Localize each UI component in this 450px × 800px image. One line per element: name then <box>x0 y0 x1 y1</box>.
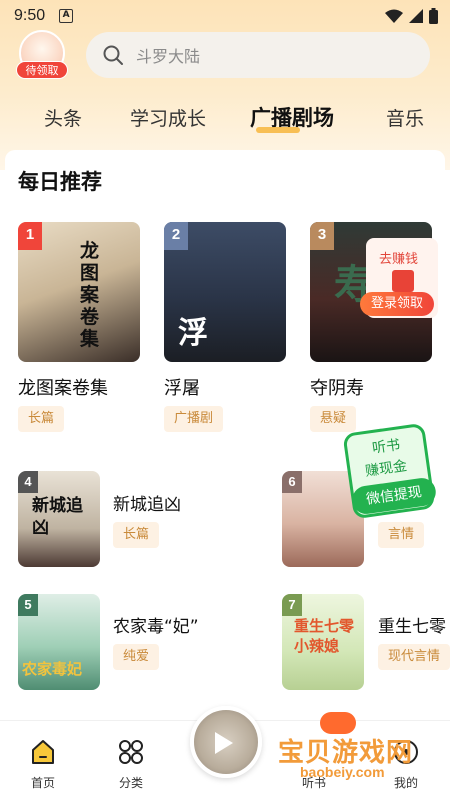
book-tag-1[interactable]: 长篇 <box>18 406 65 432</box>
tab-headlines[interactable]: 头条 <box>44 104 82 131</box>
status-time: 9:50 <box>14 7 46 24</box>
rank-badge: 5 <box>18 594 38 616</box>
nav-home[interactable] <box>13 730 73 770</box>
play-icon[interactable] <box>215 732 233 754</box>
search-input[interactable]: 斗罗大陆 <box>86 32 430 78</box>
section-title: 每日推荐 <box>18 170 102 194</box>
book-tag-2[interactable]: 广播剧 <box>164 406 224 432</box>
avatar-badge: 待领取 <box>16 61 68 79</box>
book-tag-3[interactable]: 悬疑 <box>310 406 357 432</box>
book-title-5[interactable]: 农家毒“妃” <box>113 612 199 637</box>
status-notification-icon: A <box>59 9 74 23</box>
earn-money-text: 去赚钱 <box>379 252 419 267</box>
active-tab-indicator <box>256 127 300 133</box>
book-title-3[interactable]: 夺阴寿 <box>310 374 364 400</box>
cover-title-text: 浮屠 <box>178 316 234 362</box>
user-avatar[interactable]: 待领取 <box>16 30 68 80</box>
watermark-url: baobeiy.com <box>300 764 385 780</box>
cover-title-text: 龙图案卷集 <box>80 240 100 350</box>
cover-title-text: 新城追凶 <box>32 496 83 538</box>
tab-learning[interactable]: 学习成长 <box>130 104 206 131</box>
book-tag-7[interactable]: 现代言情 <box>378 644 450 670</box>
tab-music[interactable]: 音乐 <box>386 104 424 131</box>
book-title-2[interactable]: 浮屠 <box>164 374 200 400</box>
book-tag-4[interactable]: 长篇 <box>113 522 160 548</box>
signal-icon <box>409 9 423 23</box>
rank-badge: 6 <box>282 471 302 493</box>
login-claim-button[interactable]: 登录领取 <box>360 292 434 316</box>
rank-badge: 4 <box>18 471 38 493</box>
book-title-4[interactable]: 新城追凶 <box>113 490 181 515</box>
book-title-7[interactable]: 重生七零 <box>378 612 446 637</box>
nav-category[interactable] <box>101 730 161 770</box>
red-envelope-icon <box>392 270 414 292</box>
nav-mine-label: 我的 <box>393 776 418 790</box>
rank-badge: 2 <box>164 222 188 250</box>
status-icons <box>385 8 438 24</box>
book-cover-1[interactable]: 1 龙图案卷集 <box>18 222 140 362</box>
gamepad-icon <box>320 712 356 734</box>
book-cover-4[interactable]: 4 新城追凶 <box>18 471 100 567</box>
book-tag-6[interactable]: 言情 <box>378 522 425 548</box>
book-cover-2[interactable]: 2 浮屠 <box>164 222 286 362</box>
promo-line-1: 听书 <box>371 437 402 457</box>
battery-icon <box>429 8 438 24</box>
category-icon <box>119 740 143 764</box>
cover-title-text: 重生七零小辣媳 <box>294 617 355 655</box>
search-icon <box>103 45 123 65</box>
rank-badge: 3 <box>310 222 334 250</box>
book-cover-7[interactable]: 7 重生七零小辣媳 <box>282 594 364 690</box>
book-tag-5[interactable]: 纯爱 <box>113 644 160 670</box>
search-placeholder: 斗罗大陆 <box>136 47 201 66</box>
rank-badge: 1 <box>18 222 42 250</box>
wifi-icon <box>385 9 403 23</box>
nav-home-label: 首页 <box>30 776 55 790</box>
category-tabs: 头条 学习成长 广播剧场 音乐 <box>0 98 450 138</box>
cover-title-text: 农家毒妃 <box>22 660 83 678</box>
book-cover-5[interactable]: 5 农家毒妃 <box>18 594 100 690</box>
book-title-1[interactable]: 龙图案卷集 <box>18 374 108 400</box>
nav-category-label: 分类 <box>118 776 143 790</box>
status-bar: 9:50 A <box>0 0 450 32</box>
home-icon <box>32 740 54 764</box>
rank-badge: 7 <box>282 594 302 616</box>
